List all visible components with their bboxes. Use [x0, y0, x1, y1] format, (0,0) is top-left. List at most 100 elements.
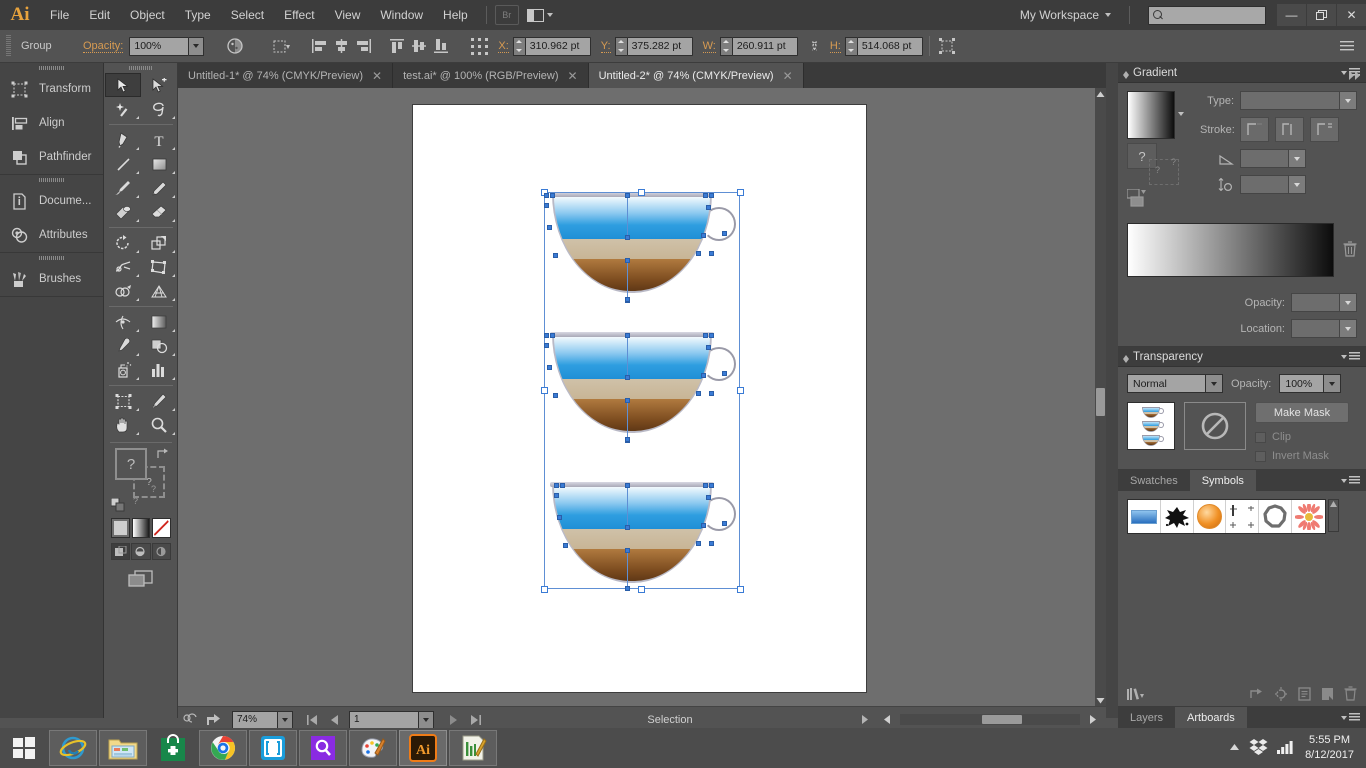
sidebar-item-align[interactable]: Align — [0, 106, 103, 140]
path-anchor[interactable] — [547, 365, 552, 370]
path-anchor[interactable] — [553, 393, 558, 398]
menu-view[interactable]: View — [325, 0, 371, 30]
gradient-panel-header[interactable]: Gradient — [1118, 63, 1366, 83]
microsoft-store-icon[interactable] — [149, 730, 197, 766]
google-chrome-icon[interactable] — [199, 730, 247, 766]
path-anchor[interactable] — [696, 391, 701, 396]
tab-artboards[interactable]: Artboards — [1175, 707, 1247, 728]
path-anchor[interactable] — [544, 333, 549, 338]
tools-panel-gripper[interactable] — [105, 63, 177, 73]
path-anchor[interactable] — [625, 437, 630, 442]
draw-inside-button[interactable] — [151, 543, 171, 560]
path-anchor[interactable] — [706, 205, 711, 210]
control-bar-overflow-icon[interactable] — [1336, 35, 1358, 57]
slice-tool[interactable] — [141, 389, 177, 413]
menu-edit[interactable]: Edit — [79, 0, 120, 30]
symbols-scrollbar[interactable] — [1328, 499, 1339, 532]
bridge-icon[interactable]: Br — [494, 5, 519, 25]
paint-icon[interactable] — [349, 730, 397, 766]
bbox-handle-middle-right[interactable] — [737, 387, 744, 394]
gradient-angle-dropdown[interactable] — [1289, 149, 1306, 168]
path-anchor[interactable] — [625, 297, 630, 302]
h-stepper[interactable] — [844, 36, 857, 56]
blob-brush-tool[interactable] — [105, 200, 141, 224]
align-options-icon[interactable] — [270, 35, 292, 57]
hand-tool[interactable] — [105, 413, 141, 437]
blend-mode-value[interactable]: Normal — [1127, 374, 1206, 393]
sidebar-item-attributes[interactable]: Attributes — [0, 218, 103, 252]
none-swatch-button[interactable] — [152, 518, 172, 538]
stroke-gradient-along-icon[interactable] — [1275, 117, 1304, 142]
menu-select[interactable]: Select — [221, 0, 274, 30]
invert-mask-checkbox[interactable] — [1255, 450, 1266, 462]
symbol-options-icon[interactable] — [1298, 686, 1311, 704]
path-anchor[interactable] — [703, 333, 708, 338]
gradient-opacity-dropdown[interactable] — [1340, 293, 1357, 312]
path-anchor[interactable] — [701, 233, 706, 238]
canvas-area[interactable] — [178, 88, 1095, 706]
path-anchor[interactable] — [696, 541, 701, 546]
bbox-handle-top-right[interactable] — [737, 189, 744, 196]
symbol-gray-ring[interactable] — [1259, 500, 1293, 533]
path-anchor[interactable] — [709, 193, 714, 198]
close-icon[interactable]: ✕ — [372, 70, 382, 82]
new-symbol-icon[interactable] — [1321, 687, 1334, 704]
transparency-panel-header[interactable]: Transparency — [1118, 347, 1366, 367]
path-anchor[interactable] — [709, 251, 714, 256]
path-anchor[interactable] — [709, 333, 714, 338]
gradient-type-dropdown[interactable] — [1340, 91, 1357, 110]
path-anchor[interactable] — [701, 373, 706, 378]
line-segment-tool[interactable] — [105, 152, 141, 176]
canvas-vertical-scrollbar[interactable] — [1095, 88, 1106, 706]
column-graph-tool[interactable] — [141, 358, 177, 382]
path-anchor[interactable] — [703, 483, 708, 488]
draw-normal-button[interactable] — [111, 543, 131, 560]
scroll-right-icon[interactable] — [1084, 711, 1102, 729]
path-anchor[interactable] — [625, 525, 630, 530]
gradient-aspect-dropdown[interactable] — [1289, 175, 1306, 194]
gradient-swatch-button[interactable] — [131, 518, 151, 538]
gradient-angle-input[interactable] — [1240, 149, 1289, 168]
transparency-opacity-input[interactable]: 100% — [1279, 374, 1325, 393]
align-center-vertical-icon[interactable] — [408, 35, 430, 57]
symbol-blue-gradient-rectangle[interactable] — [1128, 500, 1161, 533]
close-icon[interactable]: ✕ — [783, 70, 793, 82]
path-anchor[interactable] — [701, 523, 706, 528]
panel-menu-icon[interactable] — [1341, 352, 1360, 361]
gradient-location-dropdown[interactable] — [1340, 319, 1357, 338]
transparency-artwork-thumbnail[interactable] — [1127, 402, 1175, 450]
path-anchor[interactable] — [544, 203, 549, 208]
opacity-input[interactable]: 100% — [129, 36, 190, 56]
eraser-tool[interactable] — [141, 200, 177, 224]
workspace-switcher[interactable]: My Workspace — [1010, 8, 1121, 22]
delete-gradient-stop-icon[interactable] — [1343, 240, 1357, 260]
tab-layers[interactable]: Layers — [1118, 707, 1175, 728]
width-tool[interactable] — [105, 255, 141, 279]
menu-object[interactable]: Object — [120, 0, 175, 30]
direct-selection-tool[interactable] — [141, 73, 177, 97]
dock-group-gripper[interactable] — [0, 253, 103, 262]
zoom-level-input[interactable]: 74% — [232, 710, 278, 729]
path-anchor[interactable] — [722, 231, 727, 236]
scrollbar-thumb[interactable] — [1096, 388, 1105, 416]
panel-collapse-icon[interactable] — [1123, 354, 1129, 363]
align-top-icon[interactable] — [386, 35, 408, 57]
first-artboard-icon[interactable] — [303, 711, 321, 729]
swap-fill-stroke-icon[interactable] — [155, 448, 169, 460]
artboard-tool[interactable] — [105, 389, 141, 413]
tab-swatches[interactable]: Swatches — [1118, 470, 1190, 491]
magic-wand-tool[interactable] — [105, 97, 141, 121]
show-hidden-icons-arrow[interactable] — [1229, 742, 1240, 754]
place-symbol-instance-icon[interactable] — [1250, 687, 1264, 703]
bbox-handle-top-center[interactable] — [638, 189, 645, 196]
last-artboard-icon[interactable] — [466, 711, 484, 729]
dock-group-gripper[interactable] — [0, 63, 103, 72]
gradient-opacity-input[interactable] — [1291, 293, 1340, 312]
symbol-red-flower[interactable] — [1292, 500, 1325, 533]
path-anchor[interactable] — [709, 483, 714, 488]
make-mask-button[interactable]: Make Mask — [1255, 402, 1349, 423]
minimize-button[interactable]: — — [1277, 4, 1306, 26]
adobe-illustrator-icon[interactable]: Ai — [399, 730, 447, 766]
transparency-opacity-dropdown[interactable] — [1324, 374, 1342, 393]
bbox-handle-bottom-center[interactable] — [638, 586, 645, 593]
